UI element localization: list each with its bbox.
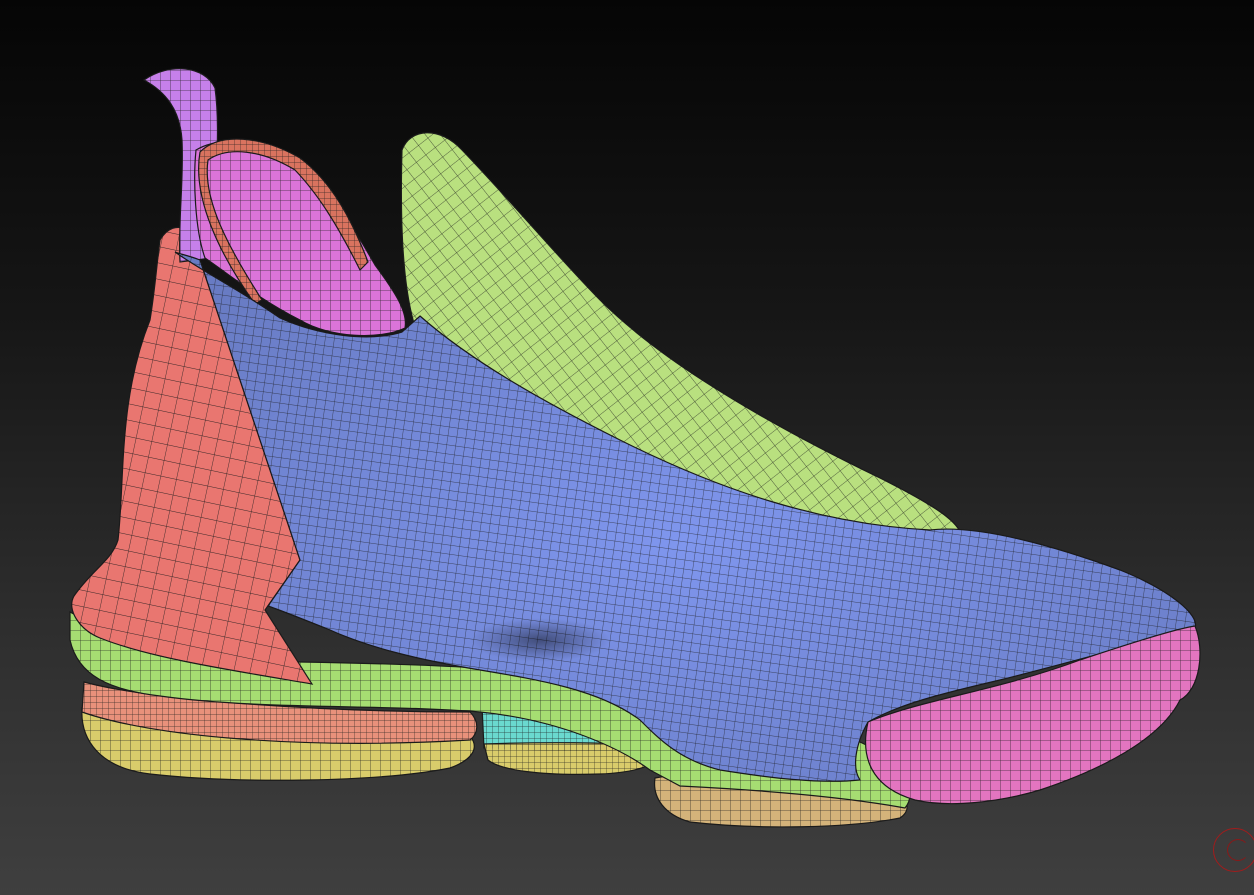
3d-viewport[interactable] — [0, 0, 1254, 895]
gizmo-inner-ring — [1227, 839, 1249, 861]
shoe-model — [69, 68, 1201, 828]
crease-shadow — [470, 618, 610, 662]
rotation-gizmo-icon[interactable] — [1213, 828, 1254, 872]
